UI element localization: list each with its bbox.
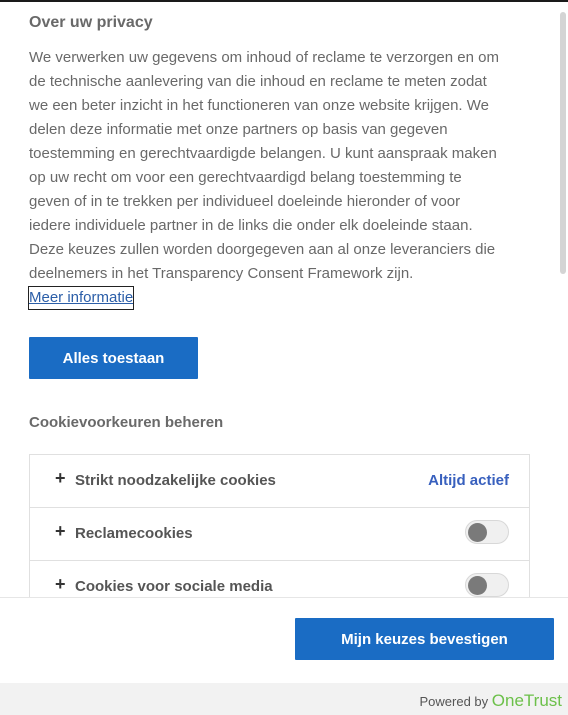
expand-plus-icon[interactable]: +: [55, 468, 66, 489]
accept-all-button[interactable]: Alles toestaan: [29, 337, 198, 379]
powered-by-bar: Powered by OneTrust: [0, 683, 568, 715]
preference-label: Cookies voor sociale media: [75, 578, 273, 595]
advertising-toggle[interactable]: [465, 520, 509, 544]
preference-label: Reclamecookies: [75, 525, 193, 542]
preferences-list: + Strikt noodzakelijke cookies Altijd ac…: [29, 454, 530, 597]
preference-row-advertising[interactable]: + Reclamecookies: [30, 508, 529, 561]
more-info-link[interactable]: Meer informatie: [27, 286, 135, 310]
powered-by-label: Powered by: [419, 694, 489, 709]
description-line: toestemming en gerechtvaardigde belangen…: [29, 145, 497, 162]
dialog-title: Over uw privacy: [29, 14, 153, 31]
description-line: deelnemers in het Transparency Consent F…: [29, 265, 414, 282]
onetrust-logo: OneTrust: [491, 691, 562, 710]
preference-label: Strikt noodzakelijke cookies: [75, 472, 276, 489]
privacy-description: We verwerken uw gegevens om inhoud of re…: [29, 46, 534, 286]
preference-row-strictly-necessary[interactable]: + Strikt noodzakelijke cookies Altijd ac…: [30, 455, 529, 508]
dialog-footer: Mijn keuzes bevestigen: [0, 597, 568, 684]
description-line: we een beter inzicht in het functioneren…: [29, 97, 489, 114]
description-line: We verwerken uw gegevens om inhoud of re…: [29, 49, 499, 66]
description-line: de technische aanlevering van die inhoud…: [29, 73, 487, 90]
preferences-title: Cookievoorkeuren beheren: [29, 414, 224, 431]
always-active-status: Altijd actief: [428, 472, 509, 489]
social-media-toggle[interactable]: [465, 573, 509, 597]
preference-row-social-media[interactable]: + Cookies voor sociale media: [30, 561, 529, 597]
privacy-dialog-content[interactable]: Over uw privacy We verwerken uw gegevens…: [0, 2, 568, 597]
scrollbar-thumb[interactable]: [560, 12, 566, 274]
expand-plus-icon[interactable]: +: [55, 574, 66, 595]
description-line: delen deze informatie met onze partners …: [29, 121, 448, 138]
description-line: Deze keuzes zullen worden doorgegeven aa…: [29, 241, 496, 258]
toggle-knob: [468, 576, 487, 595]
toggle-knob: [468, 523, 487, 542]
expand-plus-icon[interactable]: +: [55, 521, 66, 542]
powered-by-text[interactable]: Powered by OneTrust: [419, 691, 562, 711]
description-line: op uw recht om voor een gerechtvaardigd …: [29, 169, 462, 186]
description-line: iedere individuele partner in de links d…: [29, 217, 473, 234]
description-line: geven of in te trekken per individueel d…: [29, 193, 461, 210]
confirm-choices-button[interactable]: Mijn keuzes bevestigen: [295, 618, 554, 660]
